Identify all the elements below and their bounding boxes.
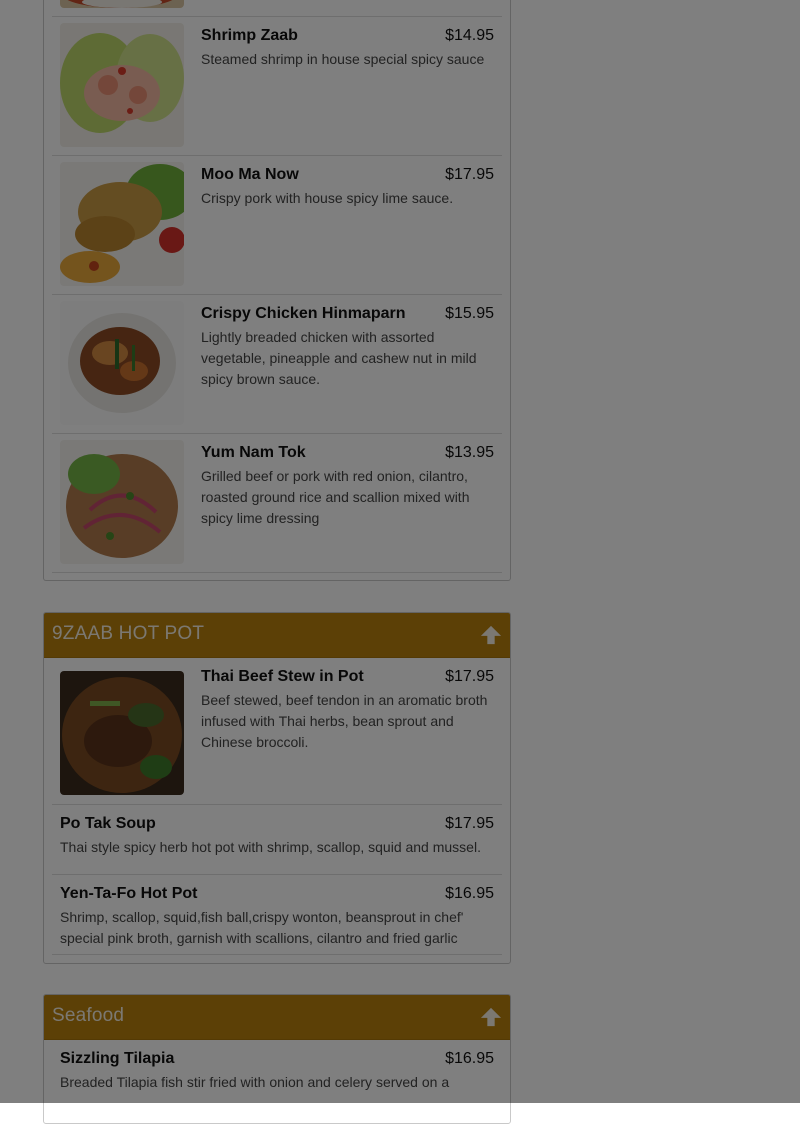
modal-backdrop[interactable] [0,0,800,1103]
